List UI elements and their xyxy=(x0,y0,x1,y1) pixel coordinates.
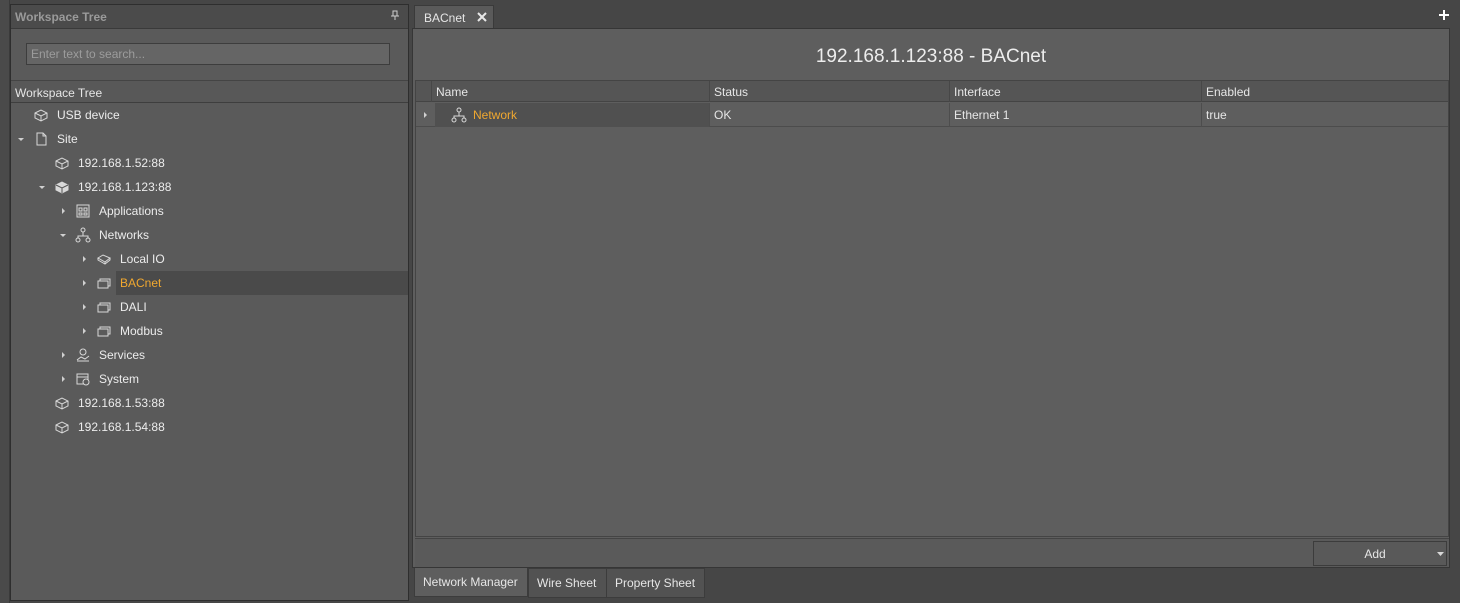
local-io-icon xyxy=(97,254,111,265)
network-table: Name Status Interface Enabled Network OK… xyxy=(415,80,1449,537)
tree-item-label: Services xyxy=(99,348,146,362)
tree-item-networks[interactable]: Networks xyxy=(11,223,408,247)
tab-bacnet[interactable]: BACnet xyxy=(414,5,494,29)
pin-icon[interactable] xyxy=(389,9,401,21)
device-active-icon xyxy=(55,181,69,194)
tree-column-label: Workspace Tree xyxy=(15,86,103,100)
tree-item-label: Site xyxy=(57,132,78,146)
tab-wire-sheet[interactable]: Wire Sheet xyxy=(528,568,607,598)
column-header-label: Name xyxy=(436,85,469,99)
device-icon xyxy=(55,397,69,410)
tree-item-usb-device[interactable]: USB device xyxy=(11,103,408,127)
column-header-status[interactable]: Status xyxy=(709,81,950,102)
add-button-label: Add xyxy=(1364,547,1386,561)
search-input[interactable] xyxy=(26,43,390,65)
device-icon xyxy=(34,109,48,122)
system-icon xyxy=(76,373,90,386)
column-header-name[interactable]: Name xyxy=(431,81,710,102)
tab-label: BACnet xyxy=(424,11,466,25)
tree-item-label: BACnet xyxy=(120,276,162,290)
tree-item-device-54[interactable]: 192.168.1.54:88 xyxy=(11,415,408,439)
network-manager-view: 192.168.1.123:88 - BACnet Name Status In… xyxy=(412,28,1450,568)
table-header: Name Status Interface Enabled xyxy=(416,81,1448,102)
device-icon xyxy=(55,421,69,434)
chevron-right-icon[interactable] xyxy=(59,351,67,359)
tree-item-label: 192.168.1.52:88 xyxy=(78,156,165,170)
tree-item-dali[interactable]: DALI xyxy=(11,295,408,319)
cell-enabled: true xyxy=(1201,103,1449,127)
tab-label: Property Sheet xyxy=(615,576,696,590)
tree-item-label: 192.168.1.54:88 xyxy=(78,420,165,434)
chevron-right-icon[interactable] xyxy=(80,327,88,335)
network-icon xyxy=(75,227,91,243)
page-title: 192.168.1.123:88 - BACnet xyxy=(815,46,1047,67)
tree-item-label: DALI xyxy=(120,300,147,314)
tree-item-label: Networks xyxy=(99,228,150,242)
left-edge-strip xyxy=(0,0,10,603)
tree-item-system[interactable]: System xyxy=(11,367,408,391)
tree-item-modbus[interactable]: Modbus xyxy=(11,319,408,343)
tree-item-site[interactable]: Site xyxy=(11,127,408,151)
tree-item-label: System xyxy=(99,372,140,386)
add-tab-icon[interactable] xyxy=(1439,10,1449,20)
close-icon[interactable] xyxy=(477,12,487,22)
protocol-icon xyxy=(97,278,111,289)
column-header-label: Interface xyxy=(954,85,1001,99)
chevron-right-icon[interactable] xyxy=(59,207,67,215)
tree-item-bacnet[interactable]: BACnet xyxy=(11,271,408,295)
tree-item-label: 192.168.1.53:88 xyxy=(78,396,165,410)
panel-title: Workspace Tree xyxy=(15,10,107,24)
tree-item-label: Modbus xyxy=(120,324,163,338)
tree-item-label: Local IO xyxy=(120,252,165,266)
tree-item-applications[interactable]: Applications xyxy=(11,199,408,223)
chevron-right-icon[interactable] xyxy=(59,375,67,383)
chevron-right-icon[interactable] xyxy=(80,255,88,263)
document-tab-bar xyxy=(412,4,1460,28)
tree-item-label: 192.168.1.123:88 xyxy=(78,180,172,194)
tab-property-sheet[interactable]: Property Sheet xyxy=(606,568,705,598)
chevron-down-icon[interactable] xyxy=(38,183,46,191)
protocol-icon xyxy=(97,302,111,313)
chevron-right-icon[interactable] xyxy=(80,279,88,287)
tab-network-manager[interactable]: Network Manager xyxy=(414,568,528,597)
workspace-panel-header: Workspace Tree xyxy=(11,5,408,29)
cell-interface-text: Ethernet 1 xyxy=(954,108,1010,122)
add-button[interactable]: Add xyxy=(1313,541,1447,566)
tree-item-label: USB device xyxy=(57,108,120,122)
tab-label: Wire Sheet xyxy=(537,576,597,590)
tree-column-header: Workspace Tree xyxy=(11,81,408,103)
cell-status-text: OK xyxy=(714,108,732,122)
tree-item-label: Applications xyxy=(99,204,164,218)
column-header-label: Status xyxy=(714,85,749,99)
network-icon xyxy=(451,107,467,123)
tree-item-device-123[interactable]: 192.168.1.123:88 xyxy=(11,175,408,199)
services-icon xyxy=(76,348,90,362)
chevron-down-icon[interactable] xyxy=(59,231,67,239)
tree-item-local-io[interactable]: Local IO xyxy=(11,247,408,271)
tree-item-device-53[interactable]: 192.168.1.53:88 xyxy=(11,391,408,415)
tab-label: Network Manager xyxy=(423,575,518,589)
view-tab-bar: Network Manager Wire Sheet Property Shee… xyxy=(412,568,1460,598)
action-bar: Add xyxy=(415,538,1449,567)
chevron-right-icon[interactable] xyxy=(421,111,429,119)
chevron-right-icon[interactable] xyxy=(80,303,88,311)
device-icon xyxy=(55,157,69,170)
cell-enabled-text: true xyxy=(1206,108,1227,122)
cell-interface: Ethernet 1 xyxy=(949,103,1202,127)
cell-status: OK xyxy=(709,103,950,127)
chevron-down-icon[interactable] xyxy=(1437,552,1444,557)
protocol-icon xyxy=(97,326,111,337)
applications-icon xyxy=(76,204,90,218)
tree-item-device-52[interactable]: 192.168.1.52:88 xyxy=(11,151,408,175)
workspace-tree-panel: Workspace Tree Workspace Tree USB device… xyxy=(10,4,409,601)
column-header-interface[interactable]: Interface xyxy=(949,81,1202,102)
column-header-enabled[interactable]: Enabled xyxy=(1201,81,1449,102)
table-row[interactable]: Network OK Ethernet 1 true xyxy=(416,103,1448,127)
chevron-down-icon[interactable] xyxy=(17,135,25,143)
cell-name[interactable]: Network xyxy=(473,108,517,122)
column-header-label: Enabled xyxy=(1206,85,1251,99)
tree-item-services[interactable]: Services xyxy=(11,343,408,367)
page-icon xyxy=(36,132,47,146)
